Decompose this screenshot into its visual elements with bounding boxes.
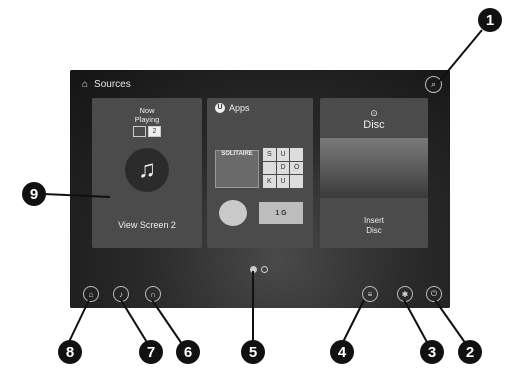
callout-5: 5: [241, 340, 265, 364]
callout-6: 6: [176, 340, 200, 364]
callout-9: 9: [22, 182, 46, 206]
callout-1: 1: [478, 8, 502, 32]
callout-8: 8: [58, 340, 82, 364]
callout-2: 2: [458, 340, 482, 364]
callout-3: 3: [420, 340, 444, 364]
callout-4: 4: [330, 340, 354, 364]
callout-7: 7: [139, 340, 163, 364]
callout-leader-lines: [43, 29, 483, 345]
